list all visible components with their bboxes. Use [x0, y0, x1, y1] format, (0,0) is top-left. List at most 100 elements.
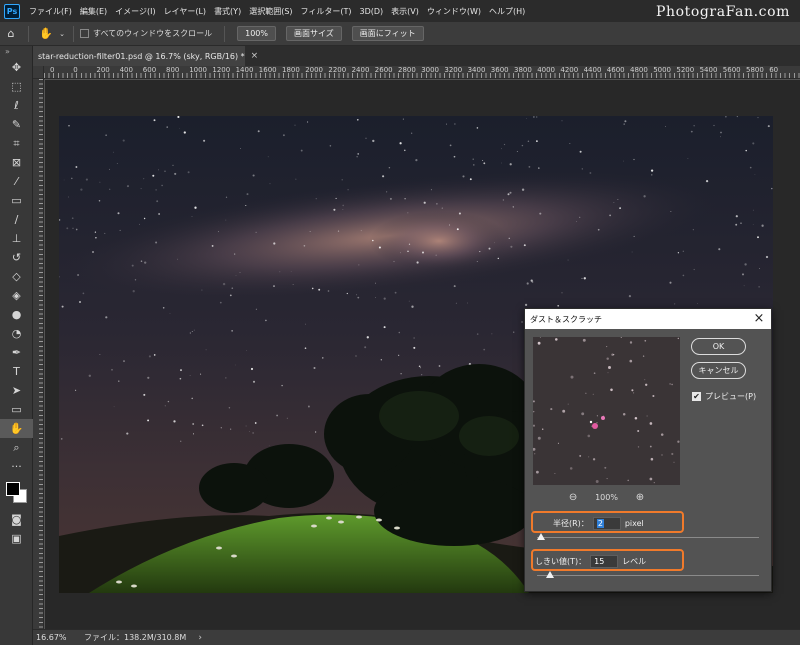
ruler-label: 3000	[421, 66, 440, 74]
eraser-icon[interactable]: ◇	[0, 267, 33, 286]
cancel-button[interactable]: キャンセル	[691, 362, 746, 379]
star	[360, 230, 362, 232]
menu-layer[interactable]: レイヤー(L)	[160, 6, 210, 17]
paint-bucket-icon[interactable]: ◈	[0, 286, 33, 305]
hand-icon[interactable]: ✋	[0, 419, 33, 438]
crop-icon[interactable]: ⌗	[0, 134, 33, 153]
marquee-icon[interactable]: ⬚	[0, 77, 33, 96]
threshold-slider[interactable]	[537, 571, 759, 578]
star	[454, 123, 456, 125]
menu-edit[interactable]: 編集(E)	[76, 6, 111, 17]
document-tab[interactable]: star-reduction-filter01.psd @ 16.7% (sky…	[33, 46, 258, 66]
fill-screen-button[interactable]: 画面にフィット	[351, 26, 424, 41]
star	[458, 212, 461, 215]
screen-mode-icon[interactable]: ▣	[0, 529, 33, 548]
move-icon[interactable]: ✥	[0, 58, 33, 77]
star	[189, 332, 191, 334]
threshold-slider-thumb[interactable]	[546, 571, 555, 578]
zoom-icon[interactable]: ⌕	[0, 438, 33, 457]
foreground-color-swatch[interactable]	[6, 482, 20, 496]
fit-screen-button[interactable]: 画面サイズ	[286, 26, 342, 41]
star	[740, 222, 742, 224]
star	[228, 407, 231, 409]
lasso-icon[interactable]: ℓ	[0, 96, 33, 115]
frame-icon[interactable]: ⊠	[0, 153, 33, 172]
more-icon[interactable]: ···	[0, 457, 33, 476]
home-icon[interactable]: ⌂	[0, 24, 22, 44]
menu-view[interactable]: 表示(V)	[387, 6, 423, 17]
healing-brush-icon[interactable]: ▭	[0, 191, 33, 210]
color-swatches[interactable]	[0, 476, 32, 510]
chevron-right-icon[interactable]: ›	[198, 633, 202, 643]
star	[148, 355, 151, 358]
star	[201, 424, 204, 427]
menu-3d[interactable]: 3D(D)	[356, 7, 388, 16]
star	[71, 217, 74, 220]
rectangle-icon[interactable]: ▭	[0, 400, 33, 419]
star	[252, 432, 254, 434]
star	[269, 183, 271, 185]
star	[123, 360, 125, 363]
quick-select-icon[interactable]: ✎	[0, 115, 33, 134]
menu-type[interactable]: 書式(Y)	[210, 6, 245, 17]
dodge-icon[interactable]: ◔	[0, 324, 33, 343]
ok-button[interactable]: OK	[691, 338, 746, 355]
zoom-out-icon[interactable]: ⊖	[565, 492, 581, 503]
menu-select[interactable]: 選択範囲(S)	[245, 6, 296, 17]
path-select-icon[interactable]: ➤	[0, 381, 33, 400]
star	[295, 178, 297, 180]
preview-option[interactable]: ✔ プレビュー(P)	[692, 391, 756, 402]
menu-help[interactable]: ヘルプ(H)	[485, 6, 529, 17]
star	[388, 166, 391, 169]
horizontal-ruler[interactable]: 0 0 200 400 600 800 1000 1200 1400 1600 1800 2000 22…	[44, 66, 800, 79]
star	[113, 406, 115, 408]
ruler-origin[interactable]	[33, 66, 44, 79]
panel-collapse-icon[interactable]: »	[0, 46, 32, 58]
quick-mask-icon[interactable]: ◙	[0, 510, 33, 529]
menu-window[interactable]: ウィンドウ(W)	[423, 6, 485, 17]
scroll-all-checkbox[interactable]	[80, 29, 89, 38]
preview-star	[534, 453, 536, 455]
star	[665, 125, 667, 127]
radius-slider-thumb[interactable]	[537, 533, 546, 540]
hand-tool-icon[interactable]: ✋	[35, 24, 57, 44]
filter-preview[interactable]	[533, 337, 680, 485]
zoom-in-icon[interactable]: ⊕	[632, 492, 648, 503]
star	[720, 131, 722, 134]
type-icon[interactable]: T	[0, 362, 33, 381]
star	[476, 261, 478, 262]
close-icon[interactable]: ×	[751, 310, 767, 327]
star	[279, 271, 281, 273]
zoom-level[interactable]: 16.67%	[36, 633, 84, 642]
blur-icon[interactable]: ●	[0, 305, 33, 324]
vertical-ruler[interactable]	[33, 79, 44, 629]
star	[126, 185, 130, 188]
chevron-down-icon[interactable]: ⌄	[57, 24, 67, 44]
star	[225, 196, 228, 198]
star	[758, 286, 760, 288]
history-brush-icon[interactable]: ↺	[0, 248, 33, 267]
star	[449, 144, 452, 147]
star	[445, 123, 447, 125]
preview-star	[595, 480, 599, 483]
preview-star	[633, 392, 635, 394]
preview-checkbox[interactable]: ✔	[692, 392, 701, 401]
star	[250, 367, 254, 371]
radius-slider[interactable]	[537, 533, 759, 540]
pen-icon[interactable]: ✒	[0, 343, 33, 362]
eyedropper-icon[interactable]: ⁄	[0, 172, 33, 191]
star	[623, 123, 625, 125]
zoom-100-button[interactable]: 100%	[237, 26, 276, 41]
star	[153, 354, 156, 356]
close-icon[interactable]: ×	[251, 51, 259, 61]
brush-icon[interactable]: ∕	[0, 210, 33, 229]
menu-image[interactable]: イメージ(I)	[111, 6, 159, 17]
star	[80, 188, 83, 191]
star	[749, 166, 752, 169]
stamp-icon[interactable]: ⊥	[0, 229, 33, 248]
star	[147, 419, 150, 422]
star	[194, 206, 197, 209]
dialog-titlebar[interactable]: ダスト＆スクラッチ ×	[525, 309, 771, 329]
menu-filter[interactable]: フィルター(T)	[297, 6, 356, 17]
menu-file[interactable]: ファイル(F)	[25, 6, 76, 17]
